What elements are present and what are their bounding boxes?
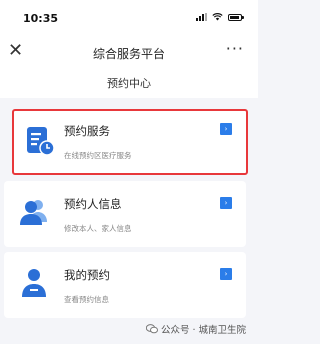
chevron-right-icon: › <box>220 123 232 135</box>
footer-text: 公众号 · 城南卫生院 <box>160 325 246 336</box>
user-card-icon <box>22 269 46 297</box>
signal-icon <box>196 13 207 21</box>
chevron-right-icon: › <box>220 197 232 209</box>
card-subtitle: 修改本人、家人信息 <box>64 224 132 233</box>
status-time: 10:35 <box>23 12 59 25</box>
page-title: 综合服务平台 <box>92 47 165 61</box>
chevron-right-icon: › <box>220 268 232 280</box>
card-title: 我的预约 <box>64 268 110 282</box>
card-appointee-info[interactable]: 预约人信息 修改本人、家人信息 › <box>4 181 246 247</box>
card-title: 预约服务 <box>64 124 110 138</box>
section-title: 预约中心 <box>0 74 258 98</box>
nav-bar: ✕ 综合服务平台 ··· <box>0 32 258 74</box>
status-icons <box>196 13 244 21</box>
card-subtitle: 在线预约区医疗服务 <box>64 151 132 160</box>
card-subtitle: 查看预约信息 <box>64 295 109 304</box>
more-icon[interactable]: ··· <box>226 39 244 58</box>
users-icon <box>20 200 47 225</box>
footer-watermark: 公众号 · 城南卫生院 <box>145 322 246 336</box>
calendar-clock-icon <box>27 127 55 156</box>
card-appointment-service[interactable]: 预约服务 在线预约区医疗服务 › <box>12 109 248 175</box>
battery-icon <box>228 13 244 21</box>
card-my-appointments[interactable]: 我的预约 查看预约信息 › <box>4 252 246 318</box>
status-bar: 10:35 <box>0 0 258 32</box>
wechat-icon <box>145 324 158 334</box>
card-title: 预约人信息 <box>64 197 122 211</box>
wifi-icon <box>212 13 223 21</box>
